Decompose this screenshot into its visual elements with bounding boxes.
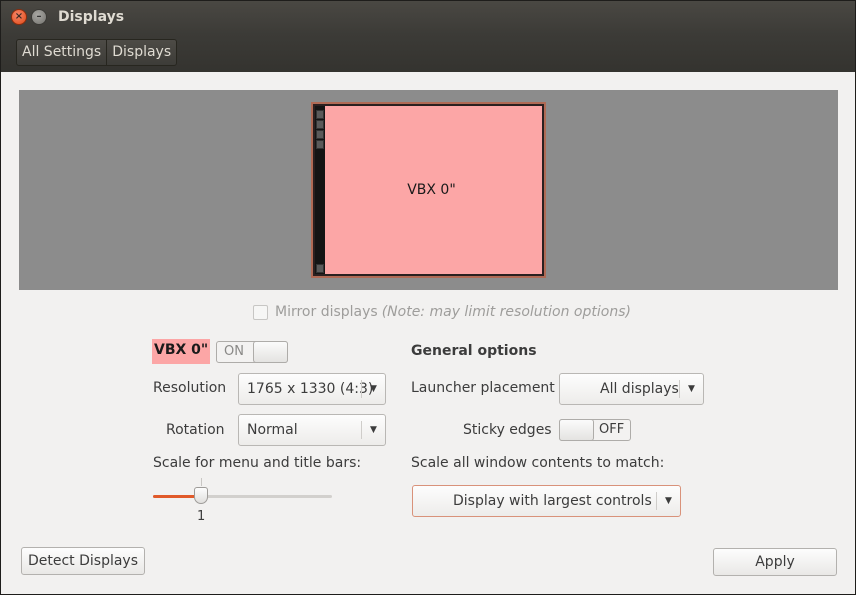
chevron-down-icon: ▼ xyxy=(679,380,703,398)
minimize-icon: – xyxy=(36,11,42,22)
sticky-edges-switch[interactable]: OFF xyxy=(559,419,631,441)
resolution-label: Resolution xyxy=(153,380,227,396)
rotation-dropdown[interactable]: Normal ▼ xyxy=(238,414,386,446)
scale-slider-value: 1 xyxy=(197,509,206,524)
launcher-placement-dropdown[interactable]: All displays ▼ xyxy=(559,373,704,405)
scale-menu-label: Scale for menu and title bars: xyxy=(153,455,362,471)
displays-window: × – Displays All Settings Displays VBX 0… xyxy=(0,0,856,595)
scale-all-value: Display with largest controls xyxy=(453,493,652,509)
monitor-name-label: VBX 0" xyxy=(407,182,456,198)
mirror-displays-checkbox[interactable] xyxy=(253,304,268,320)
rotation-label: Rotation xyxy=(166,422,225,438)
chevron-down-icon: ▼ xyxy=(361,380,385,398)
scale-all-label: Scale all window contents to match: xyxy=(411,455,665,471)
chevron-down-icon: ▼ xyxy=(656,492,680,510)
launcher-icon xyxy=(316,140,324,149)
mirror-displays-label: Mirror displays xyxy=(275,304,378,320)
launcher-icon xyxy=(316,264,324,273)
breadcrumb-displays[interactable]: Displays xyxy=(106,40,176,65)
resolution-dropdown[interactable]: 1765 x 1330 (4:3) ▼ xyxy=(238,373,386,405)
display-arrangement-area: VBX 0" xyxy=(19,90,838,290)
rotation-value: Normal xyxy=(247,422,298,438)
display-on-switch[interactable]: ON xyxy=(216,341,288,363)
minimize-button[interactable]: – xyxy=(31,9,47,25)
apply-button[interactable]: Apply xyxy=(713,548,837,576)
title-bar: × – Displays xyxy=(1,1,855,34)
scale-slider-track[interactable] xyxy=(153,495,332,498)
launcher-placement-value: All displays xyxy=(600,381,679,397)
scale-all-dropdown[interactable]: Display with largest controls ▼ xyxy=(412,485,681,517)
breadcrumb-all-settings[interactable]: All Settings xyxy=(17,40,106,65)
launcher-icon xyxy=(316,110,324,119)
switch-knob xyxy=(253,341,288,363)
detect-displays-button[interactable]: Detect Displays xyxy=(21,547,145,575)
window-title: Displays xyxy=(58,9,125,25)
sticky-edges-label: Sticky edges xyxy=(463,422,552,438)
launcher-icon xyxy=(316,120,324,129)
launcher-placement-label: Launcher placement xyxy=(411,380,555,396)
switch-knob xyxy=(559,419,594,441)
chevron-down-icon: ▼ xyxy=(361,421,385,439)
mirror-displays-note: (Note: may limit resolution options) xyxy=(381,304,631,320)
close-icon: × xyxy=(14,11,24,22)
general-options-heading: General options xyxy=(411,343,537,359)
display-name-label: VBX 0" xyxy=(152,339,211,364)
launcher-icon xyxy=(316,130,324,139)
monitor-preview[interactable]: VBX 0" xyxy=(313,104,544,276)
close-button[interactable]: × xyxy=(11,9,27,25)
slider-tick-mark xyxy=(201,478,202,486)
switch-state-label: ON xyxy=(224,344,244,359)
toolbar: All Settings Displays xyxy=(1,34,855,72)
mirror-displays-option: Mirror displays (Note: may limit resolut… xyxy=(253,304,631,320)
resolution-value: 1765 x 1330 (4:3) xyxy=(247,381,374,397)
switch-state-label: OFF xyxy=(599,422,625,437)
breadcrumb: All Settings Displays xyxy=(16,39,178,66)
scale-slider-handle[interactable] xyxy=(194,487,208,504)
